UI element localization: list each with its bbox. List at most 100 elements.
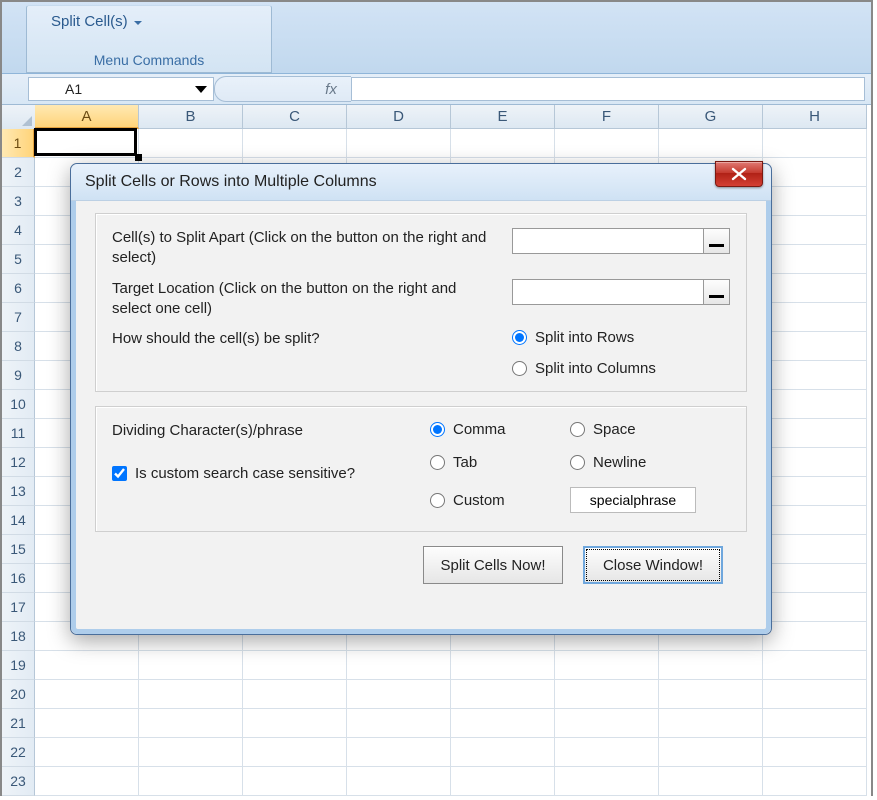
cell-G19[interactable] bbox=[659, 651, 763, 680]
cell-B21[interactable] bbox=[139, 709, 243, 738]
cell-A19[interactable] bbox=[35, 651, 139, 680]
cell-G21[interactable] bbox=[659, 709, 763, 738]
column-header-F[interactable]: F bbox=[555, 105, 659, 129]
cell-H1[interactable] bbox=[763, 129, 867, 158]
cell-A1[interactable] bbox=[35, 129, 139, 158]
row-header-18[interactable]: 18 bbox=[2, 622, 35, 651]
cell-G20[interactable] bbox=[659, 680, 763, 709]
fx-icon[interactable]: fx bbox=[311, 76, 351, 102]
cell-H17[interactable] bbox=[763, 593, 867, 622]
cell-A22[interactable] bbox=[35, 738, 139, 767]
cell-A20[interactable] bbox=[35, 680, 139, 709]
split-cells-now-button[interactable]: Split Cells Now! bbox=[423, 546, 563, 584]
row-header-11[interactable]: 11 bbox=[2, 419, 35, 448]
column-header-C[interactable]: C bbox=[243, 105, 347, 129]
delimiter-newline-radio[interactable] bbox=[570, 455, 585, 470]
row-header-17[interactable]: 17 bbox=[2, 593, 35, 622]
column-header-H[interactable]: H bbox=[763, 105, 867, 129]
cell-H9[interactable] bbox=[763, 361, 867, 390]
dialog-titlebar[interactable]: Split Cells or Rows into Multiple Column… bbox=[71, 164, 771, 201]
cell-B23[interactable] bbox=[139, 767, 243, 796]
cell-D1[interactable] bbox=[347, 129, 451, 158]
target-location-input[interactable] bbox=[512, 279, 704, 305]
cell-D21[interactable] bbox=[347, 709, 451, 738]
row-header-19[interactable]: 19 bbox=[2, 651, 35, 680]
row-header-21[interactable]: 21 bbox=[2, 709, 35, 738]
custom-delimiter-input[interactable] bbox=[570, 487, 696, 513]
cell-C23[interactable] bbox=[243, 767, 347, 796]
cell-H2[interactable] bbox=[763, 158, 867, 187]
cell-F22[interactable] bbox=[555, 738, 659, 767]
cell-H4[interactable] bbox=[763, 216, 867, 245]
cell-H19[interactable] bbox=[763, 651, 867, 680]
case-sensitive-option[interactable]: Is custom search case sensitive? bbox=[112, 465, 430, 482]
cell-B20[interactable] bbox=[139, 680, 243, 709]
split-into-columns-option[interactable]: Split into Columns bbox=[512, 360, 656, 377]
cell-C1[interactable] bbox=[243, 129, 347, 158]
row-header-3[interactable]: 3 bbox=[2, 187, 35, 216]
cell-H23[interactable] bbox=[763, 767, 867, 796]
row-header-5[interactable]: 5 bbox=[2, 245, 35, 274]
cell-H6[interactable] bbox=[763, 274, 867, 303]
delimiter-tab-radio[interactable] bbox=[430, 455, 445, 470]
delimiter-custom-option[interactable]: Custom bbox=[430, 487, 570, 513]
cell-F1[interactable] bbox=[555, 129, 659, 158]
row-header-8[interactable]: 8 bbox=[2, 332, 35, 361]
row-header-10[interactable]: 10 bbox=[2, 390, 35, 419]
cell-H12[interactable] bbox=[763, 448, 867, 477]
row-header-20[interactable]: 20 bbox=[2, 680, 35, 709]
cell-D19[interactable] bbox=[347, 651, 451, 680]
column-header-E[interactable]: E bbox=[451, 105, 555, 129]
close-button[interactable] bbox=[715, 161, 763, 187]
delimiter-comma-option[interactable]: Comma bbox=[430, 421, 570, 438]
delimiter-tab-option[interactable]: Tab bbox=[430, 454, 570, 471]
row-header-22[interactable]: 22 bbox=[2, 738, 35, 767]
split-cells-menu-button[interactable]: Split Cell(s) bbox=[41, 10, 152, 33]
cell-F21[interactable] bbox=[555, 709, 659, 738]
cell-H10[interactable] bbox=[763, 390, 867, 419]
cell-E1[interactable] bbox=[451, 129, 555, 158]
select-all-button[interactable] bbox=[2, 105, 36, 130]
cells-to-split-input[interactable] bbox=[512, 228, 704, 254]
row-header-14[interactable]: 14 bbox=[2, 506, 35, 535]
cell-G23[interactable] bbox=[659, 767, 763, 796]
cell-E23[interactable] bbox=[451, 767, 555, 796]
target-location-picker-button[interactable] bbox=[704, 279, 730, 305]
cell-H18[interactable] bbox=[763, 622, 867, 651]
row-header-6[interactable]: 6 bbox=[2, 274, 35, 303]
cell-A21[interactable] bbox=[35, 709, 139, 738]
name-box[interactable]: A1 bbox=[28, 77, 214, 101]
cell-B1[interactable] bbox=[139, 129, 243, 158]
cell-C20[interactable] bbox=[243, 680, 347, 709]
row-header-23[interactable]: 23 bbox=[2, 767, 35, 796]
cell-H7[interactable] bbox=[763, 303, 867, 332]
cell-H15[interactable] bbox=[763, 535, 867, 564]
formula-bar-handle[interactable] bbox=[214, 76, 311, 102]
cell-C22[interactable] bbox=[243, 738, 347, 767]
cell-A23[interactable] bbox=[35, 767, 139, 796]
row-header-7[interactable]: 7 bbox=[2, 303, 35, 332]
delimiter-comma-radio[interactable] bbox=[430, 422, 445, 437]
cell-F19[interactable] bbox=[555, 651, 659, 680]
cell-H22[interactable] bbox=[763, 738, 867, 767]
row-header-9[interactable]: 9 bbox=[2, 361, 35, 390]
row-header-2[interactable]: 2 bbox=[2, 158, 35, 187]
cell-C19[interactable] bbox=[243, 651, 347, 680]
delimiter-space-radio[interactable] bbox=[570, 422, 585, 437]
cell-H8[interactable] bbox=[763, 332, 867, 361]
cell-B19[interactable] bbox=[139, 651, 243, 680]
cell-E22[interactable] bbox=[451, 738, 555, 767]
cell-G1[interactable] bbox=[659, 129, 763, 158]
cell-C21[interactable] bbox=[243, 709, 347, 738]
cell-H20[interactable] bbox=[763, 680, 867, 709]
column-header-G[interactable]: G bbox=[659, 105, 763, 129]
row-header-13[interactable]: 13 bbox=[2, 477, 35, 506]
cell-D22[interactable] bbox=[347, 738, 451, 767]
cells-to-split-picker-button[interactable] bbox=[704, 228, 730, 254]
cell-H16[interactable] bbox=[763, 564, 867, 593]
cell-F20[interactable] bbox=[555, 680, 659, 709]
split-into-rows-radio[interactable] bbox=[512, 330, 527, 345]
case-sensitive-checkbox[interactable] bbox=[112, 466, 127, 481]
row-header-16[interactable]: 16 bbox=[2, 564, 35, 593]
cell-H11[interactable] bbox=[763, 419, 867, 448]
